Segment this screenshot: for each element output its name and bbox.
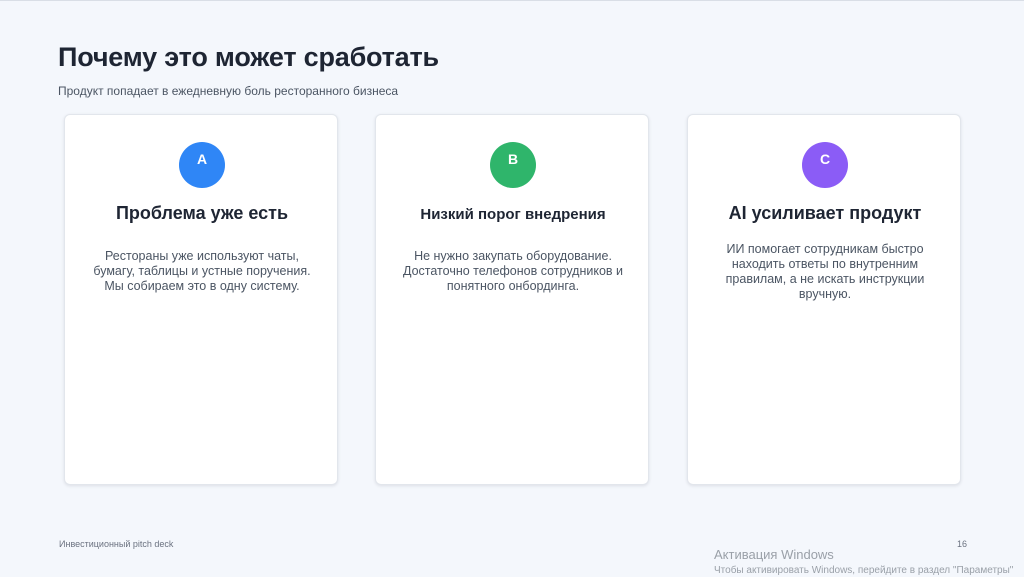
card-title: AI усиливает продукт [728, 203, 922, 223]
card-problem-exists: A Проблема уже есть Рестораны уже исполь… [64, 114, 338, 485]
card-low-barrier: B Низкий порог внедрения Не нужно закупа… [375, 114, 649, 485]
card-text: ИИ помогает сотрудникам быстро находить … [725, 242, 925, 301]
footer-label: Инвестиционный pitch deck [59, 539, 174, 549]
slide-subtitle: Продукт попадает в ежедневную боль ресто… [58, 84, 399, 98]
slide-title: Почему это может сработать [58, 42, 439, 72]
card-ai-boost: C AI усиливает продукт ИИ помогает сотру… [687, 114, 961, 485]
windows-activation-title: Активация Windows [714, 547, 834, 562]
badge-c: C [802, 142, 848, 188]
top-border [0, 0, 1024, 1]
card-title: Низкий порог внедрения [420, 206, 606, 223]
windows-activation-text: Чтобы активировать Windows, перейдите в … [714, 565, 1014, 576]
page-number: 16 [957, 539, 968, 549]
card-text: Не нужно закупать оборудование. Достаточ… [402, 249, 624, 293]
card-title: Проблема уже есть [115, 203, 289, 223]
badge-b: B [490, 142, 536, 188]
badge-a: A [179, 142, 225, 188]
card-text: Рестораны уже используют чаты, бумагу, т… [93, 249, 311, 293]
